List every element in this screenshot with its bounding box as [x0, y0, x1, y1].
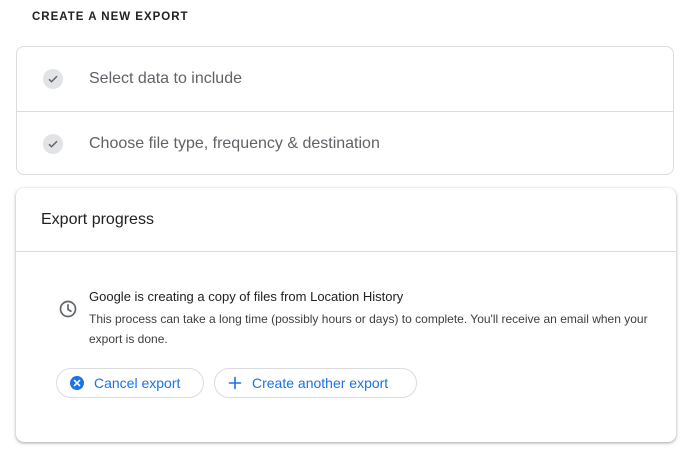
section-heading: CREATE A NEW EXPORT — [32, 11, 189, 23]
create-another-export-button[interactable]: Create another export — [214, 368, 417, 398]
progress-header: Export progress — [16, 188, 676, 252]
plus-icon — [227, 375, 243, 391]
export-progress-card: Export progress Google is creating a cop… — [16, 188, 676, 442]
step-label: Select data to include — [89, 70, 242, 87]
cancel-export-label: Cancel export — [94, 375, 181, 391]
status-description: This process can take a long time (possi… — [89, 312, 648, 346]
check-icon — [43, 134, 63, 154]
create-another-export-label: Create another export — [252, 375, 389, 391]
cancel-circle-icon — [69, 375, 85, 391]
export-steps-card: Select data to include Choose file type,… — [16, 46, 674, 175]
status-title: Google is creating a copy of files from … — [89, 289, 404, 304]
step-choose-file-type[interactable]: Choose file type, frequency & destinatio… — [17, 111, 673, 176]
progress-title: Export progress — [41, 210, 154, 228]
check-icon — [43, 69, 63, 89]
clock-icon — [58, 299, 78, 319]
step-select-data[interactable]: Select data to include — [17, 47, 673, 111]
cancel-export-button[interactable]: Cancel export — [56, 368, 204, 398]
step-label: Choose file type, frequency & destinatio… — [89, 135, 380, 152]
